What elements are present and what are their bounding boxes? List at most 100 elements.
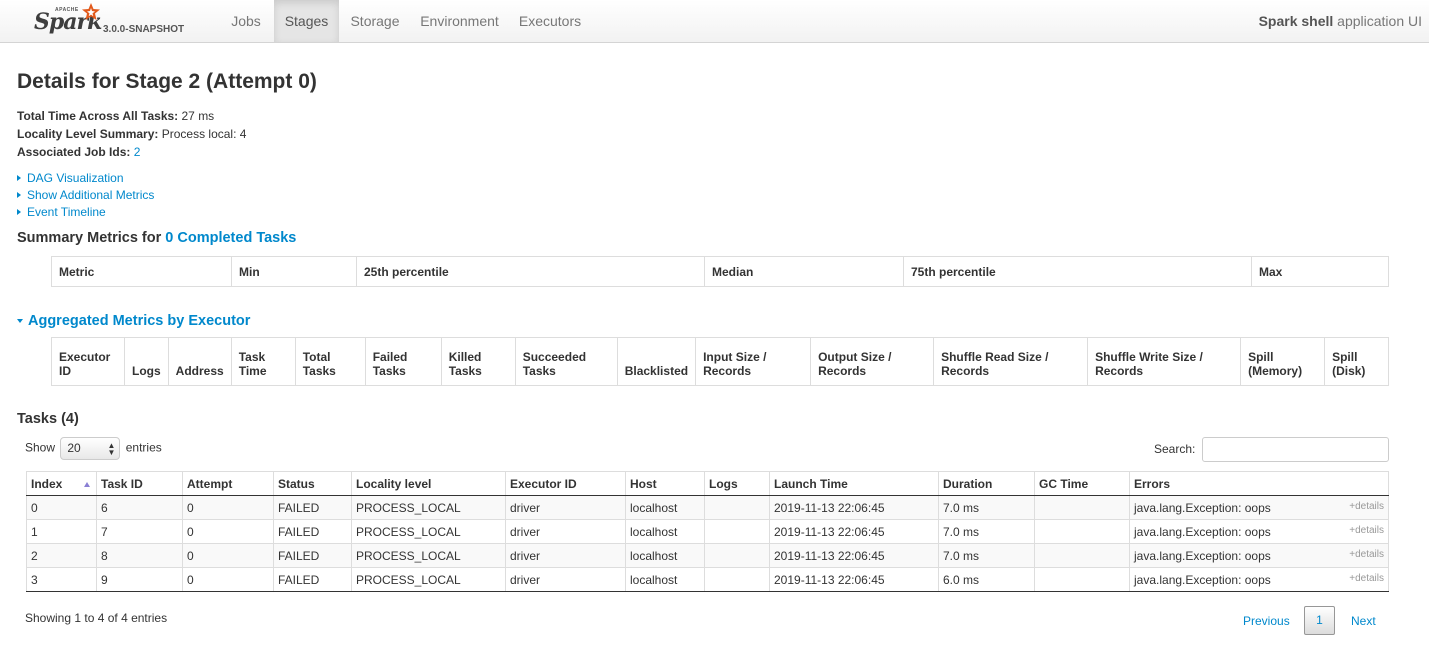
agg-col-label-line1: Task [238, 350, 266, 364]
agg-col-label-line2: ID [59, 364, 71, 378]
col-launch-time[interactable]: Launch Time [769, 471, 939, 496]
tab-storage[interactable]: Storage [339, 0, 411, 42]
toggle-dag-visualization[interactable]: DAG Visualization [17, 171, 124, 185]
summary-col-25th[interactable]: 25th percentile [356, 256, 705, 287]
page-size-select[interactable]: 20 ▲ ▼ [60, 437, 121, 460]
summary-col-75th[interactable]: 75th percentile [903, 256, 1252, 287]
tab-environment[interactable]: Environment [411, 0, 508, 42]
details-link[interactable]: +details [1349, 501, 1384, 512]
search-input[interactable] [1202, 437, 1389, 462]
cell-launch-time: 2019-11-13 22:06:45 [769, 567, 939, 592]
agg-col-label: Address [175, 364, 224, 378]
agg-col-output-size[interactable]: Output Size / Records [810, 337, 934, 386]
cell-index: 1 [26, 519, 97, 544]
total-time-value: 27 ms [178, 109, 215, 123]
col-gc-time[interactable]: GC Time [1034, 471, 1130, 496]
agg-col-spill-memory[interactable]: Spill (Memory) [1240, 337, 1325, 386]
col-index[interactable]: Index [26, 471, 97, 496]
cell-status: FAILED [273, 519, 352, 544]
tab-stages[interactable]: Stages [274, 0, 339, 42]
col-status[interactable]: Status [273, 471, 352, 496]
col-logs[interactable]: Logs [704, 471, 770, 496]
details-link[interactable]: +details [1349, 549, 1384, 560]
summary-col-metric[interactable]: Metric [51, 256, 232, 287]
app-name: Spark shell [1258, 13, 1334, 29]
select-arrows-icon: ▲ ▼ [107, 441, 116, 457]
cell-host: localhost [625, 495, 705, 520]
summary-col-max[interactable]: Max [1251, 256, 1389, 287]
agg-col-label-line1: Spill [1332, 350, 1358, 364]
cell-status: FAILED [273, 567, 352, 592]
agg-col-total-tasks[interactable]: Total Tasks [294, 337, 366, 386]
agg-col-label-line1: Succeeded [522, 350, 587, 364]
agg-col-killed-tasks[interactable]: Killed Tasks [440, 337, 516, 386]
cell-duration: 7.0 ms [938, 519, 1035, 544]
summary-col-median[interactable]: Median [704, 256, 904, 287]
toggle-event-timeline[interactable]: Event Timeline [17, 205, 106, 219]
agg-col-label-line2: (Disk) [1332, 364, 1366, 378]
agg-col-input-size[interactable]: Input Size / Records [695, 337, 811, 386]
caret-down-icon [17, 319, 23, 323]
spark-version: 3.0.0-SNAPSHOT [103, 24, 185, 35]
col-locality-level[interactable]: Locality level [351, 471, 506, 496]
agg-col-label-line2: Time [238, 364, 267, 378]
agg-col-label-line2: Records [1095, 364, 1144, 378]
agg-col-executor-id[interactable]: Executor ID [51, 337, 125, 386]
page-size-value: 20 [67, 441, 81, 455]
cell-executor-id: driver [505, 543, 626, 568]
cell-attempt: 0 [182, 567, 274, 592]
cell-logs [704, 495, 770, 520]
agg-col-task-time[interactable]: Task Time [230, 337, 296, 386]
cell-executor-id: driver [505, 519, 626, 544]
app-title-suffix: application UI [1333, 13, 1422, 29]
col-errors[interactable]: Errors [1129, 471, 1389, 496]
col-attempt[interactable]: Attempt [182, 471, 274, 496]
col-host[interactable]: Host [625, 471, 705, 496]
page-title: Details for Stage 2 (Attempt 0) [17, 70, 317, 93]
table-info: Showing 1 to 4 of 4 entries [25, 611, 168, 625]
details-link[interactable]: +details [1349, 573, 1384, 584]
job-id-link[interactable]: 2 [134, 145, 141, 159]
agg-col-blacklisted[interactable]: Blacklisted [616, 337, 696, 386]
toggle-aggregated-metrics[interactable]: Aggregated Metrics by Executor [17, 313, 250, 329]
summary-metrics-heading: Summary Metrics for 0 Completed Tasks [17, 230, 296, 246]
details-link[interactable]: +details [1349, 525, 1384, 536]
agg-col-failed-tasks[interactable]: Failed Tasks [364, 337, 442, 386]
search-label: Search: [1154, 442, 1196, 456]
col-task-id[interactable]: Task ID [96, 471, 183, 496]
agg-col-logs[interactable]: Logs [124, 337, 169, 386]
tab-executors[interactable]: Executors [508, 0, 592, 42]
col-executor-id[interactable]: Executor ID [505, 471, 626, 496]
col-duration[interactable]: Duration [938, 471, 1035, 496]
cell-executor-id: driver [505, 567, 626, 592]
next-page-button[interactable]: Next [1351, 614, 1376, 628]
toggle-metrics-label: Show Additional Metrics [27, 188, 155, 202]
caret-right-icon [17, 175, 21, 181]
agg-col-label-line2: Records [818, 364, 867, 378]
summary-metrics-header-row: Metric Min 25th percentile Median 75th p… [51, 256, 1389, 287]
aggregated-heading: Aggregated Metrics by Executor [28, 313, 251, 329]
aggregated-metrics-table: Executor ID Logs Address Task Time Total Ta… [51, 337, 1389, 386]
job-ids-line: Associated Job Ids: 2 [17, 145, 140, 159]
agg-col-label-line2: (Memory) [1248, 364, 1303, 378]
completed-tasks-link[interactable]: 0 Completed Tasks [165, 230, 296, 246]
cell-task-id: 6 [96, 495, 183, 520]
agg-col-address[interactable]: Address [167, 337, 232, 386]
col-index-label: Index [31, 476, 63, 491]
spark-logo[interactable]: APACHE Spark 3.0.0-SNAPSHOT [33, 2, 193, 42]
agg-col-label-line1: Failed [372, 350, 408, 364]
agg-col-succeeded-tasks[interactable]: Succeeded Tasks [514, 337, 618, 386]
page-1-button[interactable]: 1 [1304, 606, 1335, 635]
agg-col-label-line2: Tasks [522, 364, 556, 378]
agg-col-shuffle-read[interactable]: Shuffle Read Size / Records [933, 337, 1088, 386]
error-text: java.lang.Exception: oops [1134, 500, 1271, 515]
agg-col-spill-disk[interactable]: Spill (Disk) [1324, 337, 1389, 386]
caret-right-icon [17, 192, 21, 198]
toggle-additional-metrics[interactable]: Show Additional Metrics [17, 188, 154, 202]
error-text: java.lang.Exception: oops [1134, 548, 1271, 563]
agg-col-shuffle-write[interactable]: Shuffle Write Size / Records [1087, 337, 1241, 386]
previous-page-button[interactable]: Previous [1243, 614, 1290, 628]
summary-col-min[interactable]: Min [231, 256, 357, 287]
tab-jobs[interactable]: Jobs [218, 0, 274, 42]
agg-col-label-line1: Output Size / [818, 350, 892, 364]
